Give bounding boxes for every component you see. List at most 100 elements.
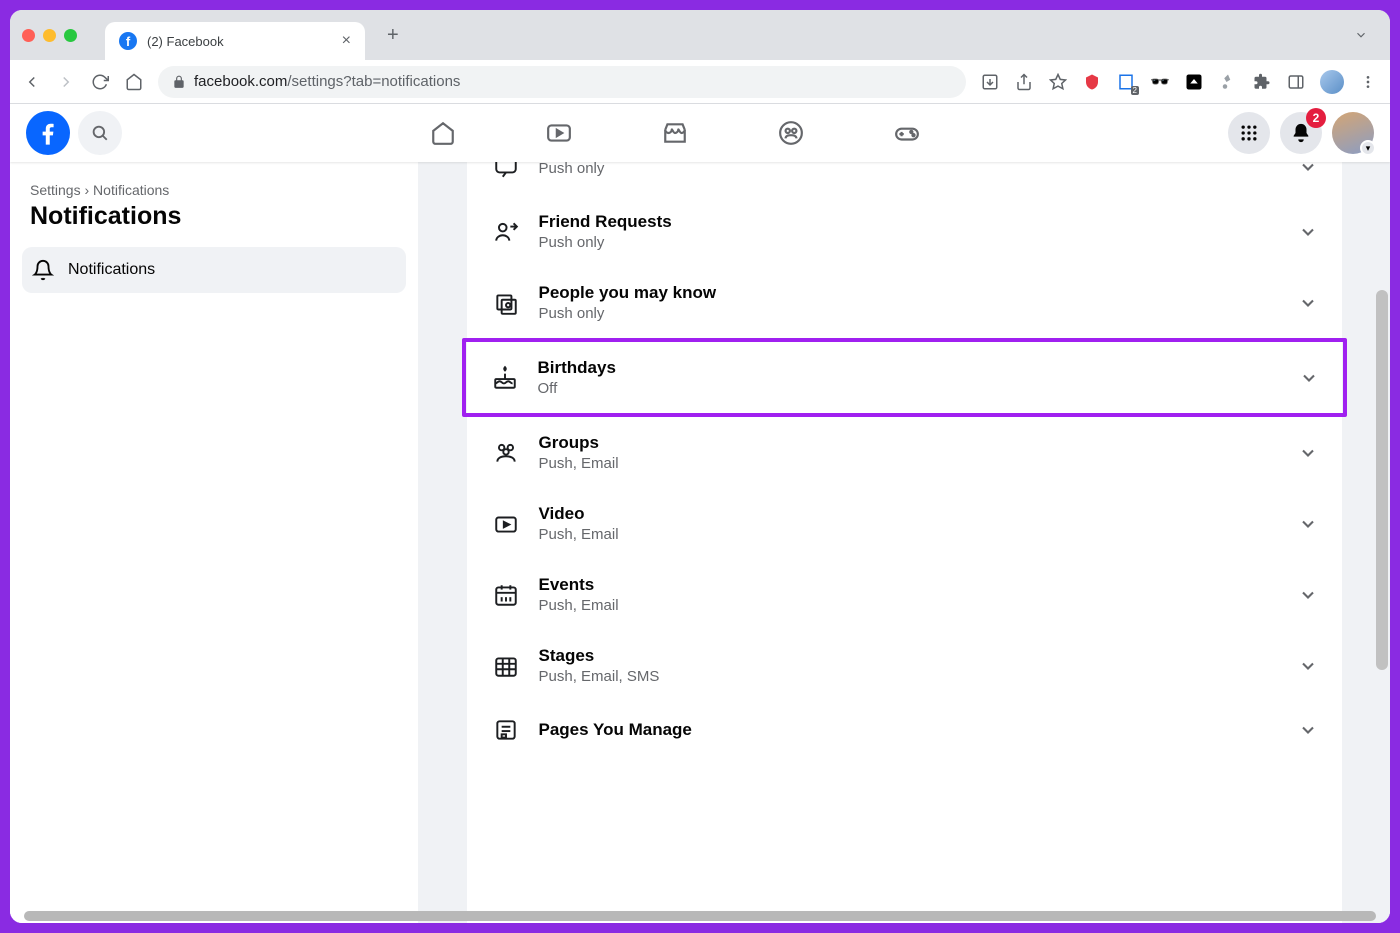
- facebook-search-button[interactable]: [78, 111, 122, 155]
- row-title: Stages: [539, 646, 1280, 666]
- tabs-overflow-button[interactable]: [1354, 28, 1368, 42]
- side-panel-icon[interactable]: [1286, 72, 1306, 92]
- row-title: Groups: [539, 433, 1280, 453]
- setting-row-comment[interactable]: Push only: [467, 162, 1342, 196]
- setting-row-people[interactable]: People you may know Push only: [467, 267, 1342, 338]
- menu-grid-button[interactable]: [1228, 112, 1270, 154]
- extension-adblock-icon[interactable]: [1082, 72, 1102, 92]
- video-icon: [491, 511, 521, 537]
- toolbar-icons: 2 🕶️: [980, 70, 1378, 94]
- facebook-center-nav: [122, 120, 1228, 146]
- main-panel-area: Push onlyFriend RequestsPush onlyPeople …: [418, 162, 1390, 923]
- row-subtitle: Off: [538, 380, 1281, 397]
- row-title: Friend Requests: [539, 212, 1280, 232]
- setting-row-birthday[interactable]: Birthdays Off: [466, 342, 1343, 413]
- chevron-down-icon: [1299, 368, 1319, 388]
- breadcrumb-root[interactable]: Settings: [30, 182, 81, 198]
- vertical-scrollbar[interactable]: [1376, 290, 1388, 670]
- maximize-window-button[interactable]: [64, 29, 77, 42]
- tab-title: (2) Facebook: [147, 34, 332, 49]
- omnibox[interactable]: facebook.com/settings?tab=notifications: [158, 66, 966, 98]
- close-window-button[interactable]: [22, 29, 35, 42]
- share-icon[interactable]: [1014, 72, 1034, 92]
- events-icon: [491, 582, 521, 608]
- extension-brush-icon[interactable]: [1218, 72, 1238, 92]
- row-subtitle: Push only: [539, 305, 1280, 322]
- install-icon[interactable]: [980, 72, 1000, 92]
- address-bar: facebook.com/settings?tab=notifications …: [10, 60, 1390, 104]
- notifications-button[interactable]: 2: [1280, 112, 1322, 154]
- setting-row-video[interactable]: VideoPush, Email: [467, 488, 1342, 559]
- setting-row-stages[interactable]: Stages Push, Email, SMS: [467, 630, 1342, 701]
- friend-request-icon: [491, 219, 521, 245]
- setting-row-events[interactable]: Events Push, Email: [467, 559, 1342, 630]
- browser-tab[interactable]: f (2) Facebook ×: [105, 22, 365, 60]
- row-text: VideoPush, Email: [539, 504, 1280, 543]
- extensions-puzzle-icon[interactable]: [1252, 72, 1272, 92]
- gaming-nav-icon[interactable]: [894, 120, 920, 146]
- row-subtitle: Push, Email: [539, 597, 1280, 614]
- chevron-down-icon: [1298, 514, 1318, 534]
- account-avatar-button[interactable]: ▾: [1332, 112, 1374, 154]
- row-text: Events Push, Email: [539, 575, 1280, 614]
- row-title: Birthdays: [538, 358, 1281, 378]
- back-button[interactable]: [22, 72, 42, 92]
- extension-saved-icon[interactable]: 2: [1116, 72, 1136, 92]
- chevron-down-icon: [1298, 222, 1318, 242]
- birthday-icon: [490, 365, 520, 391]
- row-text: Push only: [539, 162, 1280, 177]
- window-controls: [22, 29, 77, 42]
- home-button[interactable]: [124, 72, 144, 92]
- stages-icon: [491, 653, 521, 679]
- chevron-down-icon: [1298, 656, 1318, 676]
- browser-window: f (2) Facebook × + facebook.com/settings…: [10, 10, 1390, 923]
- sidebar-item-notifications[interactable]: Notifications: [22, 247, 406, 293]
- bookmark-star-icon[interactable]: [1048, 72, 1068, 92]
- extension-face-icon[interactable]: 🕶️: [1150, 72, 1170, 92]
- row-text: People you may know Push only: [539, 283, 1280, 322]
- row-subtitle: Push only: [539, 162, 1280, 177]
- new-tab-button[interactable]: +: [387, 24, 399, 47]
- comment-icon: [491, 162, 521, 180]
- titlebar: f (2) Facebook × +: [10, 10, 1390, 60]
- facebook-favicon: f: [119, 32, 137, 50]
- row-subtitle: Push, Email, SMS: [539, 668, 1280, 685]
- setting-row-pages[interactable]: Pages You Manage: [467, 701, 1342, 759]
- chevron-down-icon: [1298, 162, 1318, 177]
- row-text: Birthdays Off: [538, 358, 1281, 397]
- row-subtitle: Push, Email: [539, 526, 1280, 543]
- page-title: Notifications: [22, 198, 406, 247]
- chevron-down-icon: [1298, 293, 1318, 313]
- chevron-down-icon: [1298, 720, 1318, 740]
- marketplace-nav-icon[interactable]: [662, 120, 688, 146]
- groups-nav-icon[interactable]: [778, 120, 804, 146]
- minimize-window-button[interactable]: [43, 29, 56, 42]
- people-icon: [491, 290, 521, 316]
- setting-row-friend-request[interactable]: Friend Requests Push only: [467, 196, 1342, 267]
- content-wrap: Settings › Notifications Notifications N…: [10, 104, 1390, 923]
- close-tab-button[interactable]: ×: [342, 32, 351, 50]
- row-text: Friend Requests Push only: [539, 212, 1280, 251]
- notification-badge: 2: [1306, 108, 1326, 128]
- row-title: Events: [539, 575, 1280, 595]
- horizontal-scrollbar[interactable]: [24, 911, 1376, 921]
- chevron-down-icon: [1298, 443, 1318, 463]
- row-title: People you may know: [539, 283, 1280, 303]
- page-content: 2 ▾ Settings › Notifications Notificatio…: [10, 104, 1390, 923]
- row-text: Pages You Manage: [539, 720, 1280, 740]
- chevron-down-icon: [1298, 585, 1318, 605]
- extension-send-icon[interactable]: [1184, 72, 1204, 92]
- highlight-box: Birthdays Off: [462, 338, 1347, 417]
- facebook-topbar: 2 ▾: [10, 104, 1390, 162]
- home-nav-icon[interactable]: [430, 120, 456, 146]
- breadcrumb: Settings › Notifications: [22, 182, 406, 198]
- setting-row-groups[interactable]: GroupsPush, Email: [467, 417, 1342, 488]
- pages-icon: [491, 717, 521, 743]
- forward-button[interactable]: [56, 72, 76, 92]
- row-subtitle: Push only: [539, 234, 1280, 251]
- browser-menu-button[interactable]: [1358, 72, 1378, 92]
- profile-avatar-button[interactable]: [1320, 70, 1344, 94]
- reload-button[interactable]: [90, 72, 110, 92]
- facebook-logo[interactable]: [26, 111, 70, 155]
- watch-nav-icon[interactable]: [546, 120, 572, 146]
